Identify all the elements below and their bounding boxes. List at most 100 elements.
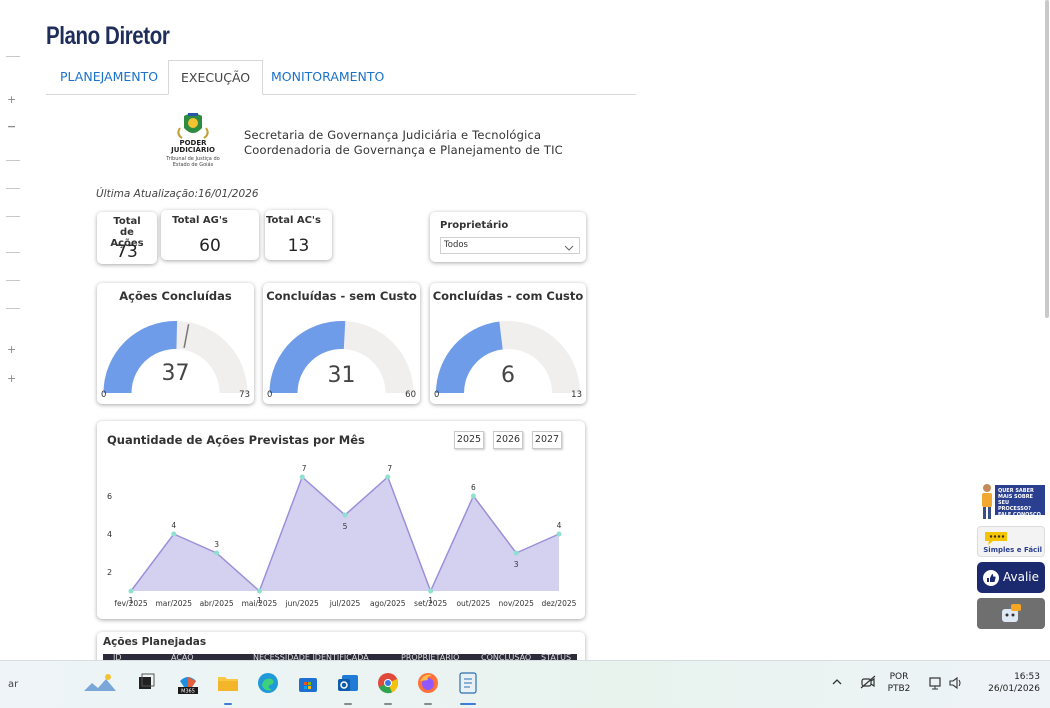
y-tick-label: 2 xyxy=(107,568,112,577)
weather-widget-icon[interactable] xyxy=(82,671,118,695)
data-point xyxy=(385,474,391,480)
clock[interactable]: 16:53 26/01/2026 xyxy=(976,671,1040,695)
outlook-icon[interactable] xyxy=(336,671,360,695)
thumbs-up-icon xyxy=(983,570,999,586)
m365-badge: M365 xyxy=(181,689,195,695)
language-code: POR xyxy=(889,672,909,682)
left-nav-strip: + − + + xyxy=(0,40,22,400)
file-explorer-icon[interactable] xyxy=(216,671,240,695)
gauge-card-com-custo: Concluídas - com Custo 6 0 13 xyxy=(430,283,586,404)
x-tick-label: ago/2025 xyxy=(370,599,406,608)
gauge-title: Ações Concluídas xyxy=(119,289,232,303)
data-point xyxy=(470,493,476,499)
x-tick-label: fev/2025 xyxy=(114,599,148,608)
vertical-scrollbar[interactable] xyxy=(1045,0,1049,318)
expand-icon[interactable]: + xyxy=(7,94,16,105)
x-tick-label: out/2025 xyxy=(456,599,490,608)
logo-subtext: Tribunal de Justiça do Estado de Goiás xyxy=(166,156,220,168)
data-point xyxy=(214,550,220,556)
data-point xyxy=(342,512,348,518)
page-title: Plano Diretor xyxy=(46,22,170,50)
running-indicator xyxy=(384,703,392,705)
chrome-icon[interactable] xyxy=(376,671,400,695)
data-label: 3 xyxy=(214,540,219,549)
data-label: 7 xyxy=(387,464,392,473)
tab-bar: PLANEJAMENTO EXECUÇÃO MONITORAMENTO xyxy=(46,60,636,95)
expand-icon[interactable]: + xyxy=(7,344,16,355)
gauge-max: 73 xyxy=(239,390,250,400)
monthly-actions-chart-card: Quantidade de Ações Previstas por Mês 20… xyxy=(97,421,585,619)
tab-monitoramento[interactable]: MONITORAMENTO xyxy=(259,60,396,95)
active-indicator xyxy=(460,703,476,705)
x-tick-label: abr/2025 xyxy=(200,599,234,608)
gauge-value: 37 xyxy=(161,361,190,386)
task-view-icon[interactable] xyxy=(134,671,158,695)
data-label: 3 xyxy=(514,560,519,569)
expand-icon[interactable]: + xyxy=(7,373,16,384)
tab-execucao[interactable]: EXECUÇÃO xyxy=(168,60,264,95)
search-box-fragment[interactable]: ar xyxy=(8,679,18,691)
gauge-min: 0 xyxy=(267,390,273,400)
kpi-label: Total AC's xyxy=(266,215,321,226)
simple-easy-label: Simples e Fácil xyxy=(983,546,1042,554)
area-chart: 2461fev/20254mar/20253abr/2025 1mai/20257… xyxy=(107,464,577,608)
data-label: 7 xyxy=(302,464,307,473)
last-update-text: Última Atualização:16/01/2026 xyxy=(96,188,259,200)
gauge-title: Concluídas - com Custo xyxy=(432,289,584,303)
chevron-up-icon[interactable] xyxy=(830,675,844,689)
running-indicator xyxy=(224,703,232,705)
court-logo: PODER JUDICIÁRIO Tribunal de Justiça do … xyxy=(162,110,224,175)
chatbot-icon xyxy=(1002,604,1021,622)
kpi-label: Total AG's xyxy=(172,215,228,226)
firefox-icon[interactable] xyxy=(416,671,440,695)
powerbi-report-page: + − + + Plano Diretor PLANEJAMENTO EXECU… xyxy=(0,0,1050,708)
logo-text: PODER JUDICIÁRIO xyxy=(171,139,215,154)
edge-icon[interactable] xyxy=(256,671,280,695)
owner-dropdown-value: Todos xyxy=(444,240,468,250)
volume-icon[interactable] xyxy=(948,675,964,691)
network-icon[interactable] xyxy=(928,675,944,691)
language-indicator[interactable]: POR PTB2 xyxy=(886,671,912,695)
meet-now-icon[interactable] xyxy=(860,674,876,690)
data-point xyxy=(128,588,134,594)
data-point xyxy=(428,588,434,594)
kpi-card-total-ags: Total AG's 60 xyxy=(161,210,259,260)
tab-planejamento[interactable]: PLANEJAMENTO xyxy=(48,60,170,95)
notepad-icon[interactable] xyxy=(456,671,480,695)
area-fill xyxy=(131,477,559,591)
running-indicator xyxy=(424,703,432,705)
person-icon xyxy=(982,484,992,519)
data-point xyxy=(299,474,305,480)
x-tick-label: dez/2025 xyxy=(542,599,577,608)
gauge-min: 0 xyxy=(101,390,107,400)
kpi-card-total-acs: Total AC's 13 xyxy=(265,210,332,260)
gauge-min: 0 xyxy=(434,390,440,400)
clock-date: 26/01/2026 xyxy=(988,684,1040,694)
windows-taskbar: ar M365 POR PTB2 16:53 26/01/2026 xyxy=(0,660,1050,708)
collapse-icon[interactable]: − xyxy=(7,121,16,132)
data-point xyxy=(171,531,177,537)
simple-easy-widget[interactable]: Simples e Fácil xyxy=(977,526,1045,557)
data-label: 5 xyxy=(343,522,348,531)
gauge-card-acoes-concluidas: Ações Concluídas 37 0 73 xyxy=(97,283,254,404)
m365-icon[interactable]: M365 xyxy=(176,671,200,695)
org-info: Secretaria de Governança Judiciária e Te… xyxy=(244,128,563,158)
store-icon[interactable] xyxy=(296,671,320,695)
data-point xyxy=(556,531,562,537)
x-tick-label: mar/2025 xyxy=(155,599,192,608)
assistant-widget[interactable] xyxy=(977,598,1045,629)
process-info-text: QUER SABER MAIS SOBRE SEU PROCESSO? FALE… xyxy=(995,485,1045,518)
x-tick-label: jul/2025 xyxy=(329,599,361,608)
data-point xyxy=(256,588,262,594)
gauge-card-sem-custo: Concluídas - sem Custo 31 0 60 xyxy=(263,283,420,404)
rate-button[interactable]: Avalie xyxy=(977,562,1045,593)
process-info-widget[interactable]: QUER SABER MAIS SOBRE SEU PROCESSO? FALE… xyxy=(977,482,1045,520)
owner-filter-label: Proprietário xyxy=(440,220,509,231)
owner-dropdown[interactable]: Todos xyxy=(440,237,580,254)
data-label: 4 xyxy=(557,521,562,530)
x-tick-label: mai/2025 xyxy=(242,599,278,608)
kpi-value: 13 xyxy=(287,236,310,256)
chevron-down-icon xyxy=(564,239,574,258)
running-indicator xyxy=(344,703,352,705)
org-line-2: Coordenadoria de Governança e Planejamen… xyxy=(244,143,563,157)
